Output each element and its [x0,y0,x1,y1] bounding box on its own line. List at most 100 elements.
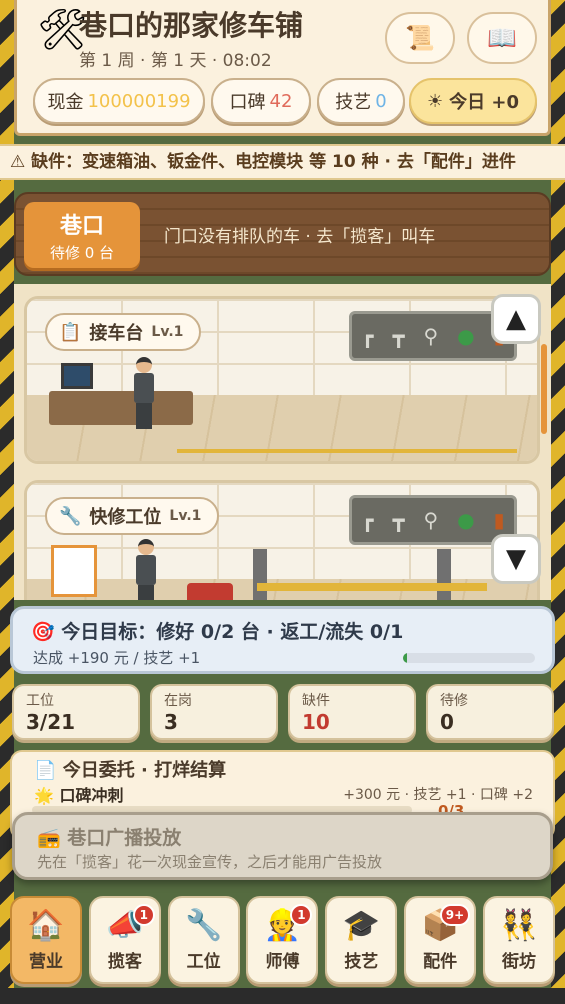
metric-pending: 待修 0 [426,684,554,740]
today-income-label: 今日 +0 [449,92,519,113]
nav-label: 揽客 [107,951,142,972]
metric-bays: 工位 3/21 [12,684,140,740]
notification-badge: 1 [132,904,155,926]
station-label: 📋 接车台 Lv.1 [45,313,202,351]
goal-progress-bar [403,653,535,663]
reception-desk [49,391,193,425]
parking-line [177,449,517,453]
notification-badge: 1 [290,904,313,926]
broadcast-title-text: 巷口广播投放 [67,827,182,849]
lift-post [437,549,451,600]
station-name: 接车台 [89,323,144,344]
warning-text: ⚠ 缺件：变速箱油、钣金件、电控模块 等 10 种 · 去「配件」进件 [10,152,516,172]
shop-icon: 🏠 [27,907,65,943]
nav-business[interactable]: 🏠 营业 [10,896,82,984]
nav-label: 师傅 [265,951,300,972]
nav-mechanics[interactable]: 👷 师傅 1 [246,896,319,984]
nav-label: 技艺 [344,951,379,972]
scroll-up-button[interactable]: ▲ [491,294,541,344]
neighbors-icon: 👯 [500,907,538,943]
star-icon: 🌟 [34,786,54,805]
scroll-icon: 📜 [405,24,435,52]
scrollbar[interactable] [541,344,547,434]
goal-title: 🎯 今日目标：修好 0/2 台 · 返工/流失 0/1 [31,617,403,644]
bottom-nav: 🏠 营业 📣 揽客 1 🔧 工位 👷 师傅 1 🎓 技艺 📦 配件 9+ 👯 街… [10,896,555,988]
skill-stat: 技艺 0 [317,78,405,124]
missing-parts-warning[interactable]: ⚠ 缺件：变速箱油、钣金件、电控模块 等 10 种 · 去「配件」进件 [0,144,565,180]
cash-value: 100000199 [87,90,191,112]
stations-panel: 📋 接车台 Lv.1 ┏┳⚲●▮ 🔧 快修工位 Lv.1 ┏┳⚲●▮ ▲ [14,284,551,600]
nav-label: 街坊 [501,951,536,972]
nav-label: 配件 [423,951,458,972]
wrench-icon: 🔧 [59,505,82,527]
today-income-button[interactable]: ☀ 今日 +0 [409,78,537,124]
nav-label: 营业 [29,951,63,972]
skill-value: 0 [375,90,387,112]
car-lift [257,583,487,591]
shop-title: 巷口的那家修车铺 [79,9,304,42]
sun-icon: ☀ [426,90,444,112]
daily-goal-panel[interactable]: 🎯 今日目标：修好 0/2 台 · 返工/流失 0/1 达成 +190 元 / … [10,606,555,674]
broadcast-desc: 先在「揽客」花一次现金宣传，之后才能用广告投放 [37,853,383,871]
broadcast-ad-card[interactable]: 📻 巷口广播投放 先在「揽客」花一次现金宣传，之后才能用广告投放 [12,812,553,880]
nav-parts[interactable]: 📦 配件 9+ [404,896,477,984]
metric-value: 3/21 [26,710,76,734]
metric-label: 缺件 [302,693,330,709]
metric-label: 工位 [26,693,54,709]
alley-queue: 待修 0 台 [49,244,115,262]
wrench-icon: 🔧 [184,907,223,943]
document-icon: 📄 [34,760,57,781]
alley-tag[interactable]: 巷口 待修 0 台 [24,202,140,268]
metric-label: 待修 [440,693,468,709]
goal-reward: 达成 +190 元 / 技艺 +1 [33,649,201,667]
scroll-down-button[interactable]: ▼ [491,534,541,584]
top-header: 🛠 巷口的那家修车铺 第 1 周 · 第 1 天 · 08:02 📜 📖 现金 … [14,0,551,136]
monitor-icon [61,363,93,389]
metric-value: 10 [302,710,330,734]
notification-badge: 9+ [439,904,471,926]
metric-missing-parts: 缺件 10 [288,684,416,740]
nav-skills[interactable]: 🎓 技艺 [325,896,398,984]
skill-label: 技艺 [335,92,372,113]
street-ground [0,988,565,1004]
station-quick-repair[interactable]: 🔧 快修工位 Lv.1 ┏ ┳ ⚲ ● ▮ [24,480,540,600]
cash-label: 现金 [47,92,84,113]
guide-button[interactable]: 📖 [467,12,537,64]
metric-value: 3 [164,710,178,734]
tool-board: ┏┳⚲●▮ [349,495,517,545]
goal-title-text: 今日目标：修好 0/2 台 · 返工/流失 0/1 [61,621,404,643]
worker-character[interactable] [131,357,157,429]
graduation-cap-icon: 🎓 [342,907,380,943]
nav-neighbors[interactable]: 👯 街坊 [482,896,555,984]
metric-on-duty: 在岗 3 [150,684,278,740]
station-label: 🔧 快修工位 Lv.1 [45,497,220,535]
radio-icon: 📻 [37,827,61,849]
commission-title-text: 今日委托 · 打烊结算 [62,760,227,781]
station-level: Lv.1 [169,508,202,524]
date-time-text: 第 1 周 · 第 1 天 · 08:02 [79,51,272,71]
reputation-value: 42 [269,90,293,112]
goal-progress-fill [403,653,407,663]
worker-character[interactable] [133,539,159,600]
book-icon: 📖 [487,24,517,52]
station-level: Lv.1 [151,324,184,340]
clipboard-icon: 📋 [59,321,82,343]
station-name: 快修工位 [89,507,162,528]
reputation-stat: 口碑 42 [211,78,311,124]
nav-bays[interactable]: 🔧 工位 [167,896,240,984]
target-icon: 🎯 [31,621,55,643]
log-button[interactable]: 📜 [385,12,455,64]
station-reception[interactable]: 📋 接车台 Lv.1 ┏┳⚲●▮ [24,296,540,464]
lift-post [253,549,267,600]
reputation-label: 口碑 [229,92,266,113]
commission-task-text: 口碑冲刺 [59,786,124,805]
cash-stat: 现金 100000199 [33,78,205,124]
metric-value: 0 [440,710,454,734]
nav-solicit[interactable]: 📣 揽客 1 [88,896,161,984]
commission-reward: +300 元 · 技艺 +1 · 口碑 +2 [343,787,533,803]
alley-message: 门口没有排队的车 · 去「揽客」叫车 [164,227,436,247]
arrow-up-icon: ▲ [506,304,526,334]
broadcast-title: 📻 巷口广播投放 [37,823,181,850]
nav-label: 工位 [186,951,221,972]
red-toolbox [187,583,233,600]
